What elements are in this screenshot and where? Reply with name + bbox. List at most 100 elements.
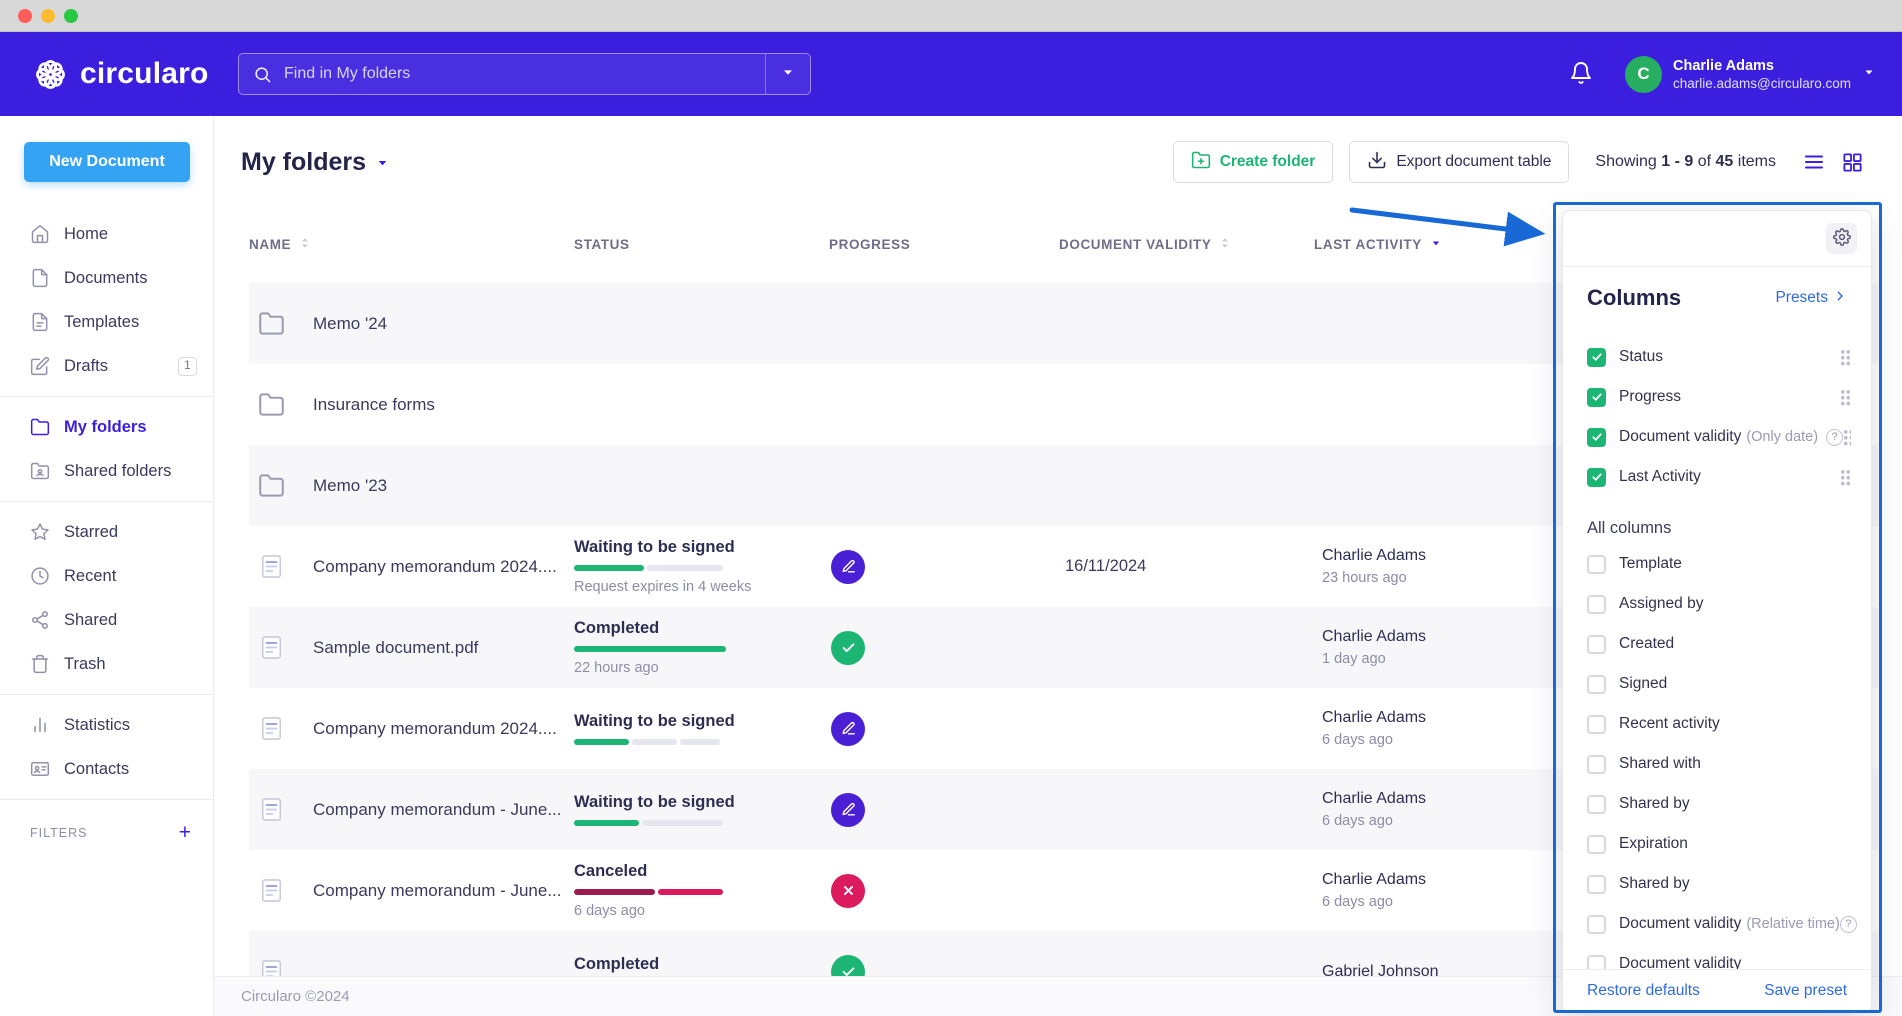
sign-icon [840,720,857,737]
sidebar-item[interactable]: Starred [0,510,213,554]
progress-bar [574,565,726,571]
search-scope-dropdown[interactable] [766,54,810,94]
progress-cell [829,712,1059,746]
column-header[interactable]: PROGRESS [829,237,1059,252]
export-table-button[interactable]: Export document table [1349,141,1569,183]
checkbox-unchecked[interactable] [1587,795,1606,814]
status-label: Canceled [574,862,829,881]
item-name: Memo '23 [313,476,387,496]
progress-bar [574,889,726,895]
drag-handle-icon[interactable] [1843,429,1851,446]
checkbox-unchecked[interactable] [1587,675,1606,694]
checkbox-unchecked[interactable] [1587,555,1606,574]
checkbox-unchecked[interactable] [1587,875,1606,894]
notifications-button[interactable] [1569,61,1593,88]
checkbox-checked[interactable] [1587,348,1606,367]
zoom-window-button[interactable] [64,9,78,23]
save-preset-link[interactable]: Save preset [1764,982,1847,1000]
validity-date: 16/11/2024 [1065,557,1146,575]
column-label: Shared by [1619,795,1690,813]
checked-columns-list: Status Progress [1563,337,1871,497]
sidebar-item[interactable]: Drafts 1 [0,344,213,388]
sidebar-item[interactable]: Contacts [0,747,213,791]
drag-handle-icon[interactable] [1840,469,1851,486]
folder-icon [258,391,285,418]
sidebar-item[interactable]: My folders [0,405,213,449]
checkbox-checked[interactable] [1587,468,1606,487]
table-settings-button[interactable] [1826,223,1857,254]
column-label: Status [1619,348,1663,366]
column-header[interactable]: NAME [249,236,574,253]
template-icon [30,312,50,332]
drag-handle-icon[interactable] [1840,389,1851,406]
minimize-window-button[interactable] [41,9,55,23]
status-cell: Canceled 6 days ago [574,862,829,919]
drag-handle-icon[interactable] [1840,349,1851,366]
search-input[interactable] [272,65,765,83]
checkbox-checked[interactable] [1587,428,1606,447]
presets-link[interactable]: Presets [1775,289,1847,308]
checkbox-unchecked[interactable] [1587,635,1606,654]
list-view-button[interactable] [1802,150,1826,174]
item-name: Company memorandum - June... [313,881,562,901]
column-option-row: Shared by [1563,864,1871,904]
item-name: Company memorandum - June... [313,800,562,820]
add-filter-button[interactable]: + [179,822,191,843]
close-window-button[interactable] [18,9,32,23]
column-label: Created [1619,635,1674,653]
column-option-row: Assigned by [1563,584,1871,624]
sidebar-item[interactable]: Recent [0,554,213,598]
item-name: Memo '24 [313,314,387,334]
column-option-row: Shared by [1563,784,1871,824]
sidebar-item[interactable]: Statistics [0,703,213,747]
sidebar-item-label: Starred [64,523,118,542]
new-document-button[interactable]: New Document [24,142,190,182]
checkbox-unchecked[interactable] [1587,835,1606,854]
sidebar-item[interactable]: Home [0,212,213,256]
column-header[interactable]: DOCUMENT VALIDITY [1059,236,1314,253]
checkbox-unchecked[interactable] [1587,595,1606,614]
column-option-row: Created [1563,624,1871,664]
page-title[interactable]: My folders [241,148,390,177]
home-icon [30,224,50,244]
status-label: Waiting to be signed [574,793,829,812]
name-cell: Company memorandum 2024.... [249,553,574,580]
sidebar-item[interactable]: Documents [0,256,213,300]
columns-panel: Columns Presets Status [1562,210,1872,1013]
global-search[interactable] [238,53,811,95]
checkbox-unchecked[interactable] [1587,915,1606,934]
user-email: charlie.adams@circularo.com [1673,76,1851,91]
shared-folder-icon [30,461,50,481]
restore-defaults-link[interactable]: Restore defaults [1587,982,1700,1000]
column-option-row: Shared with [1563,744,1871,784]
column-option-row: Document validity (Relative time) ? [1563,904,1871,944]
sign-icon [840,558,857,575]
all-columns-label: All columns [1587,519,1847,538]
create-folder-button[interactable]: Create folder [1173,141,1334,183]
folder-icon [258,310,285,337]
sidebar-item[interactable]: Shared folders [0,449,213,493]
circularo-logo-icon [32,56,69,93]
grid-view-button[interactable] [1841,151,1864,174]
sidebar-item[interactable]: Templates [0,300,213,344]
brand[interactable]: circularo [32,32,209,116]
sidebar-item-label: Contacts [64,760,129,779]
checkbox-unchecked[interactable] [1587,755,1606,774]
status-label: Completed [574,619,829,638]
name-cell: Memo '23 [249,472,574,499]
info-icon[interactable]: ? [1840,916,1857,933]
checkbox-checked[interactable] [1587,388,1606,407]
column-header[interactable]: STATUS [574,237,829,252]
brand-name: circularo [80,57,209,91]
sidebar-item[interactable]: Shared [0,598,213,642]
item-name: Company memorandum 2024.... [313,719,557,739]
user-menu[interactable]: C Charlie Adams charlie.adams@circularo.… [1625,56,1876,93]
progress-cell [829,793,1059,827]
draft-icon [30,356,50,376]
checkbox-unchecked[interactable] [1587,715,1606,734]
sign-icon [840,801,857,818]
sidebar-divider [0,396,213,397]
info-icon[interactable]: ? [1826,429,1843,446]
sidebar-item[interactable]: Trash [0,642,213,686]
clock-icon [30,566,50,586]
